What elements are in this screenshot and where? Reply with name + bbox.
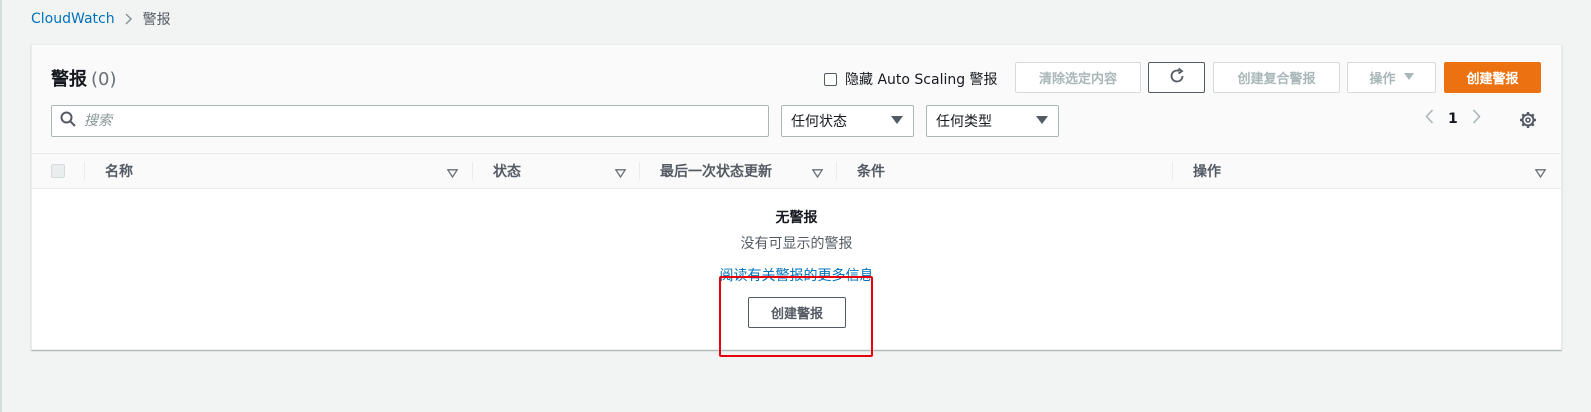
- column-divider: [836, 162, 837, 180]
- breadcrumb: CloudWatch 警报: [31, 9, 171, 29]
- caret-down-icon: [891, 113, 903, 129]
- column-header-conditions: 条件: [857, 154, 885, 188]
- column-divider: [84, 162, 85, 180]
- search-icon: [60, 111, 76, 131]
- type-filter-select[interactable]: 任何类型: [926, 105, 1059, 137]
- sort-icon[interactable]: [1534, 166, 1547, 182]
- column-divider: [472, 162, 473, 180]
- search-box: [51, 105, 769, 137]
- column-label: 最后一次状态更新: [660, 164, 772, 180]
- refresh-button[interactable]: [1148, 62, 1205, 93]
- hide-autoscaling-toggle[interactable]: 隐藏 Auto Scaling 警报: [824, 69, 998, 89]
- column-label: 状态: [493, 164, 521, 180]
- column-header-actions[interactable]: 操作: [1193, 154, 1221, 188]
- alarm-count: (0): [91, 69, 117, 90]
- alarms-panel: 警报 (0) 隐藏 Auto Scaling 警报 清除选定内容 创建复合警报 …: [31, 44, 1562, 350]
- page-number[interactable]: 1: [1448, 111, 1458, 127]
- column-label: 名称: [105, 164, 133, 180]
- column-header-state[interactable]: 状态: [493, 154, 521, 188]
- pagination: 1: [1425, 109, 1481, 128]
- sort-icon[interactable]: [446, 166, 459, 182]
- empty-state-create-alarm-button[interactable]: 创建警报: [748, 297, 846, 328]
- clear-selection-button[interactable]: 清除选定内容: [1015, 62, 1141, 93]
- table-header: 名称 状态 最后一次状态更新 条件 操作: [32, 153, 1561, 189]
- column-header-last-update[interactable]: 最后一次状态更新: [660, 154, 772, 188]
- breadcrumb-cloudwatch-link[interactable]: CloudWatch: [31, 11, 115, 27]
- column-label: 操作: [1193, 164, 1221, 180]
- create-alarm-button[interactable]: 创建警报: [1444, 62, 1541, 93]
- sort-icon[interactable]: [614, 166, 627, 182]
- chevron-right-icon[interactable]: [1472, 109, 1481, 128]
- panel-header: 警报 (0) 隐藏 Auto Scaling 警报 清除选定内容 创建复合警报 …: [32, 45, 1561, 153]
- refresh-icon: [1168, 67, 1186, 89]
- caret-down-icon: [1036, 113, 1048, 129]
- search-input[interactable]: [84, 113, 734, 129]
- actions-dropdown-button[interactable]: 操作: [1347, 62, 1436, 93]
- state-filter-select[interactable]: 任何状态: [781, 105, 914, 137]
- title-text: 警报: [51, 69, 87, 90]
- type-filter-value: 任何类型: [936, 114, 992, 130]
- page-title: 警报 (0): [51, 65, 117, 91]
- column-label: 条件: [857, 164, 885, 180]
- breadcrumb-current: 警报: [142, 12, 171, 28]
- caret-down-icon: [1403, 70, 1414, 85]
- column-divider: [639, 162, 640, 180]
- empty-state-subtitle: 没有可显示的警报: [740, 236, 853, 252]
- empty-state-title: 无警报: [775, 210, 818, 226]
- state-filter-value: 任何状态: [791, 114, 847, 130]
- chevron-left-icon[interactable]: [1425, 109, 1434, 128]
- sort-icon[interactable]: [811, 166, 824, 182]
- learn-more-link[interactable]: 阅读有关警报的更多信息: [32, 265, 1561, 285]
- column-header-name[interactable]: 名称: [105, 154, 133, 188]
- chevron-right-icon: [125, 13, 133, 25]
- actions-label: 操作: [1369, 72, 1396, 87]
- hide-autoscaling-checkbox[interactable]: [824, 72, 837, 86]
- select-all-checkbox[interactable]: [51, 164, 65, 178]
- column-divider: [1172, 162, 1173, 180]
- hide-autoscaling-label: 隐藏 Auto Scaling 警报: [845, 72, 998, 88]
- page-edge: [0, 0, 2, 412]
- create-composite-alarm-button[interactable]: 创建复合警报: [1213, 62, 1340, 93]
- settings-icon[interactable]: [1519, 111, 1537, 133]
- empty-state: 无警报 没有可显示的警报 阅读有关警报的更多信息 创建警报: [32, 189, 1561, 350]
